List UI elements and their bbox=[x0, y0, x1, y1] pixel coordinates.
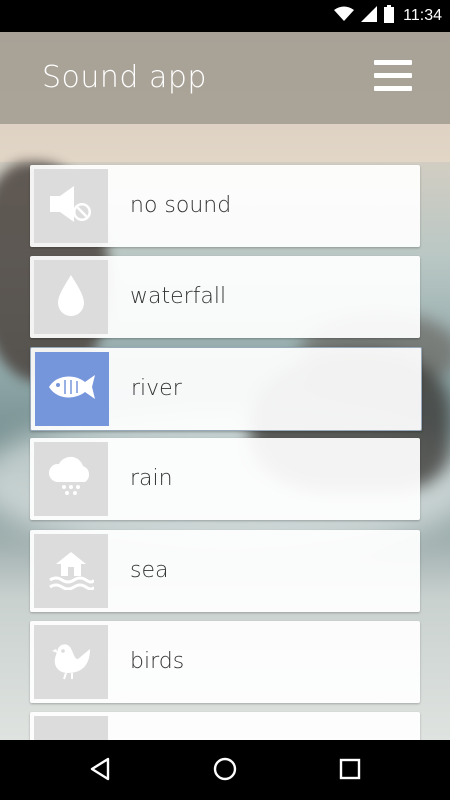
sound-item-waterfall[interactable]: waterfall bbox=[30, 256, 420, 338]
sound-icon-tile bbox=[34, 169, 108, 243]
sound-icon-tile bbox=[34, 260, 108, 334]
sound-icon-tile bbox=[34, 625, 108, 699]
sound-item-no-sound[interactable]: no sound bbox=[30, 165, 420, 247]
sound-label: waterfall bbox=[130, 284, 227, 309]
water-drop-icon bbox=[57, 274, 85, 320]
sound-item-birds[interactable]: birds bbox=[30, 621, 420, 703]
sound-icon-tile bbox=[34, 442, 108, 516]
recents-button[interactable] bbox=[334, 755, 366, 787]
navigation-bar bbox=[0, 740, 450, 800]
sound-icon-tile bbox=[34, 534, 108, 608]
bird-icon bbox=[48, 639, 94, 685]
sound-icon-tile bbox=[35, 352, 109, 426]
sound-item-sea[interactable]: sea bbox=[30, 530, 420, 612]
wifi-icon bbox=[334, 6, 355, 26]
sound-label: birds bbox=[130, 649, 185, 674]
battery-icon bbox=[384, 5, 395, 27]
recents-icon bbox=[339, 758, 361, 784]
sound-label: sea bbox=[130, 558, 169, 583]
sound-item-rain[interactable]: rain bbox=[30, 438, 420, 520]
sea-hut-icon bbox=[48, 548, 96, 594]
signal-icon bbox=[361, 6, 378, 26]
muted-speaker-icon bbox=[48, 184, 94, 228]
hamburger-menu-icon bbox=[374, 60, 412, 65]
fish-icon bbox=[47, 372, 97, 406]
menu-button[interactable] bbox=[374, 60, 414, 94]
home-icon bbox=[213, 757, 237, 785]
sound-item-river[interactable]: river bbox=[30, 347, 422, 431]
status-time: 11:34 bbox=[403, 7, 442, 24]
back-icon bbox=[89, 757, 111, 785]
sound-label: rain bbox=[130, 466, 173, 491]
home-button[interactable] bbox=[209, 755, 241, 787]
sound-label: river bbox=[131, 376, 182, 401]
status-bar: 11:34 bbox=[0, 0, 450, 32]
rain-cloud-icon bbox=[47, 456, 95, 502]
app-bar: Sound app bbox=[0, 32, 450, 124]
app-title: Sound app bbox=[42, 60, 207, 95]
sound-label: no sound bbox=[130, 193, 232, 218]
back-button[interactable] bbox=[84, 755, 116, 787]
